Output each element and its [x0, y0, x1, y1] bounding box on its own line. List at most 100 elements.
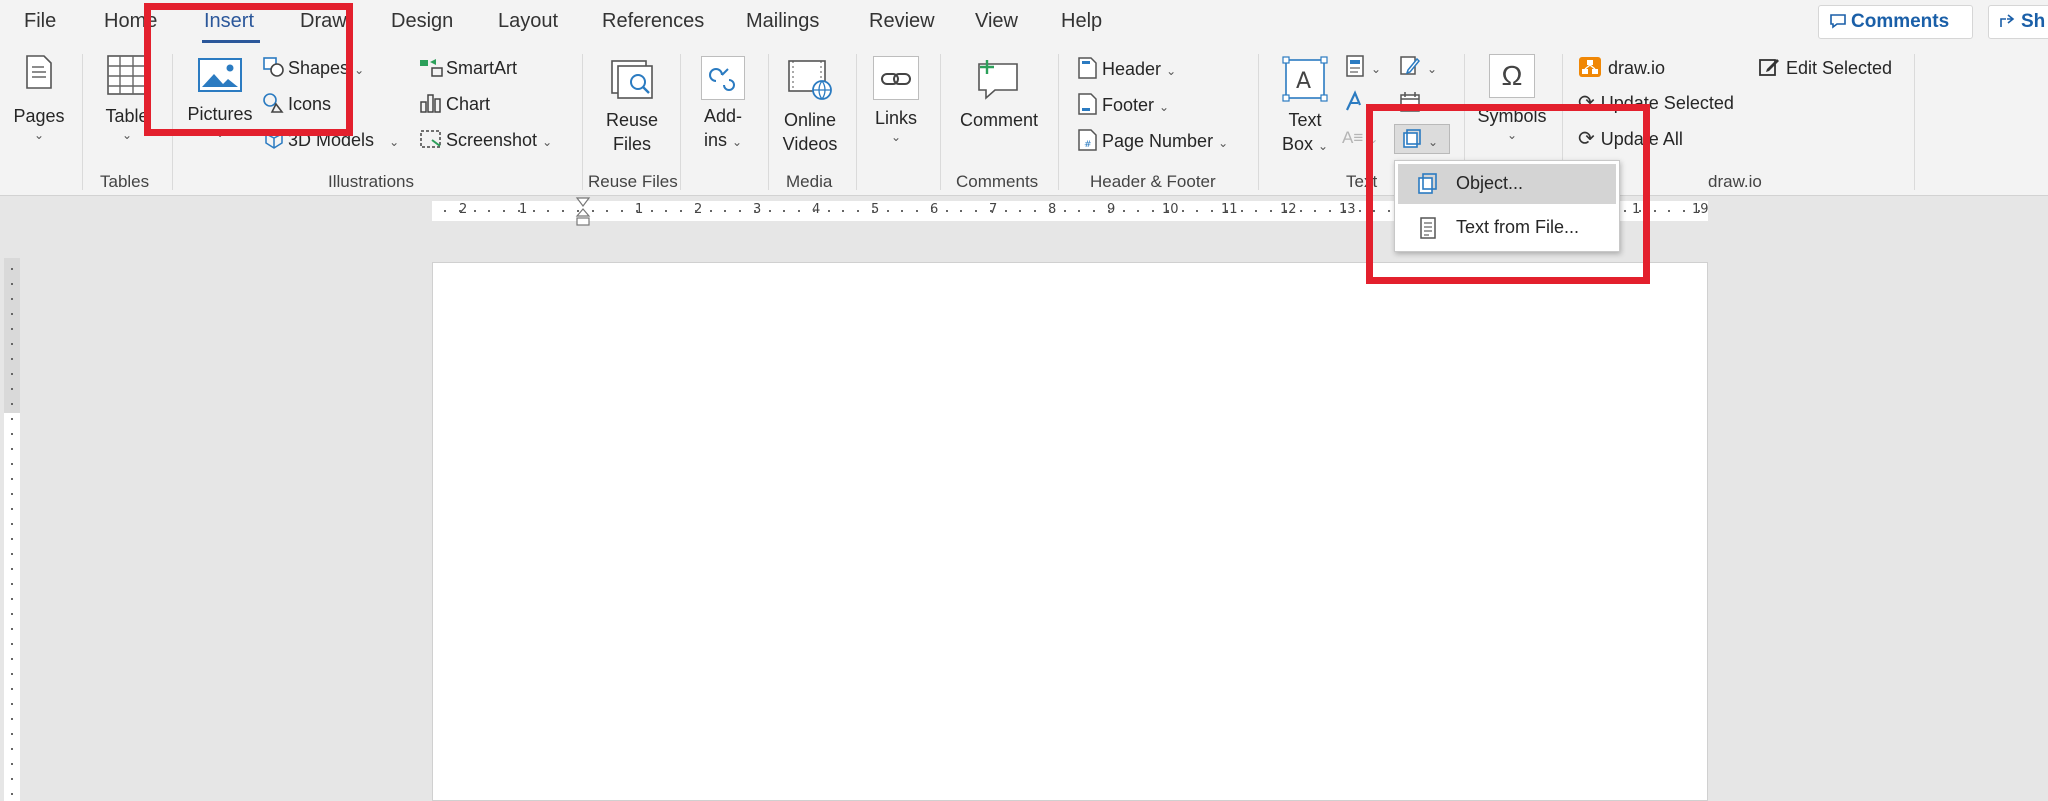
table-button[interactable]: Table ⌄	[96, 54, 158, 142]
edit-pencil-icon	[1759, 59, 1779, 76]
add-ins-button[interactable]: Add- ins ⌄	[690, 56, 756, 154]
ruler-number: 19	[1692, 202, 1709, 217]
chart-label: Chart	[446, 94, 491, 114]
3d-models-label: 3D Models	[288, 130, 375, 150]
chevron-down-icon: ⌄	[1368, 132, 1379, 146]
edit-selected-button[interactable]: Edit Selected	[1758, 56, 1892, 79]
tab-view[interactable]: View	[975, 10, 1018, 33]
text-file-icon	[1420, 217, 1436, 239]
ruler-tick	[1359, 210, 1361, 212]
tab-review[interactable]: Review	[869, 10, 935, 33]
group-separator	[1258, 54, 1259, 190]
chevron-down-icon: ⌄	[1159, 100, 1170, 114]
footer-button[interactable]: Footer ⌄	[1076, 92, 1169, 118]
wordart-button[interactable]	[1344, 90, 1370, 114]
tab-draw[interactable]: Draw	[300, 10, 347, 33]
menu-item-text-from-file[interactable]: Text from File...	[1398, 208, 1616, 248]
chevron-down-icon: ⌄	[542, 135, 553, 149]
ruler-tick	[1668, 210, 1670, 212]
tab-mailings[interactable]: Mailings	[746, 10, 819, 33]
chart-button[interactable]: Chart	[418, 92, 490, 115]
online-videos-label-1: Online	[783, 110, 837, 130]
update-all-label: Update All	[1600, 129, 1683, 149]
text-box-button[interactable]: A Text Box ⌄	[1272, 56, 1338, 158]
symbols-button[interactable]: Ω Symbols ⌄	[1474, 54, 1550, 142]
refresh-icon: ⟳	[1578, 92, 1595, 114]
tab-home[interactable]: Home	[104, 10, 157, 33]
ruler-tick	[1049, 210, 1051, 212]
quick-parts-icon	[1346, 55, 1364, 77]
menu-item-object[interactable]: Object...	[1398, 164, 1616, 204]
ruler-tick	[857, 210, 859, 212]
document-page[interactable]	[432, 262, 1708, 801]
ruler-tick	[739, 210, 741, 212]
horizontal-ruler-row: 2 1 1 2 3 4 5 6 7 8 9 10 11 12 13 1 19	[0, 197, 2048, 227]
screenshot-label: Screenshot	[446, 130, 538, 150]
shapes-button[interactable]: Shapes ⌄	[262, 56, 364, 81]
ruler-tick	[769, 210, 771, 212]
update-selected-button[interactable]: ⟳ Update Selected	[1578, 92, 1734, 114]
add-ins-icon	[709, 68, 735, 91]
chevron-down-icon: ⌄	[890, 130, 902, 144]
reuse-files-button[interactable]: Reuse Files	[596, 58, 668, 156]
ruler-tick	[11, 418, 13, 420]
signature-line-button[interactable]: ⌄	[1398, 54, 1437, 80]
ruler-tick	[651, 210, 653, 212]
page-number-label: Page Number	[1102, 131, 1214, 151]
drop-cap-button[interactable]: A≡ ⌄	[1342, 126, 1378, 150]
ruler-tick	[11, 598, 13, 600]
tab-help[interactable]: Help	[1061, 10, 1102, 33]
comments-button[interactable]: Comments	[1818, 5, 1973, 39]
pages-button[interactable]: Pages ⌄	[8, 54, 70, 142]
tab-layout[interactable]: Layout	[498, 10, 558, 33]
object-icon	[1418, 173, 1437, 194]
date-time-button[interactable]	[1398, 90, 1422, 114]
ruler-number: 10	[1162, 202, 1179, 217]
group-label-comments: Comments	[956, 172, 1039, 191]
ruler-tick	[11, 523, 13, 525]
icons-button[interactable]: Icons	[262, 92, 331, 115]
header-button[interactable]: Header ⌄	[1076, 56, 1176, 82]
ruler-tick	[1019, 210, 1021, 212]
ruler-tick	[11, 778, 13, 780]
ruler-tick	[474, 210, 476, 212]
drawio-button[interactable]: draw.io	[1578, 56, 1665, 79]
ruler-tick	[592, 210, 594, 212]
share-button[interactable]: Sh	[1988, 5, 2048, 39]
3d-models-button[interactable]: 3D Models ⌄	[262, 128, 399, 153]
ruler-tick	[11, 553, 13, 555]
tab-references[interactable]: References	[602, 10, 704, 33]
comments-button-label: Comments	[1851, 11, 1950, 32]
ruler-tick	[11, 643, 13, 645]
ribbon-insert: Pages ⌄ Table ⌄ Tables Pictures ⌄ Shapes…	[0, 46, 2048, 196]
drawio-logo-icon	[1579, 57, 1601, 77]
tab-design[interactable]: Design	[391, 10, 453, 33]
indent-marker-icon[interactable]	[575, 197, 591, 229]
screenshot-button[interactable]: Screenshot ⌄	[418, 128, 552, 153]
header-icon	[1078, 57, 1097, 79]
ruler-tick	[1698, 210, 1700, 212]
pages-icon	[26, 55, 52, 89]
ruler-tick	[621, 210, 623, 212]
ruler-tick	[1624, 210, 1626, 212]
ruler-tick	[1300, 210, 1302, 212]
update-all-button[interactable]: ⟳ Update All	[1578, 128, 1683, 150]
tab-insert[interactable]: Insert	[204, 10, 254, 33]
ruler-tick	[872, 210, 874, 212]
page-number-button[interactable]: # Page Number ⌄	[1076, 128, 1228, 154]
pictures-button[interactable]: Pictures ⌄	[182, 56, 258, 140]
links-button[interactable]: Links ⌄	[864, 56, 928, 144]
tab-file[interactable]: File	[24, 10, 56, 33]
smartart-button[interactable]: SmartArt	[418, 56, 517, 79]
ruler-tick	[975, 210, 977, 212]
group-label-tables: Tables	[100, 172, 150, 191]
ruler-tick	[1329, 210, 1331, 212]
object-dropdown-button[interactable]: ⌄	[1394, 124, 1450, 154]
online-videos-button[interactable]: Online Videos	[776, 58, 844, 156]
ruler-tick	[518, 210, 520, 212]
new-comment-button[interactable]: Comment	[952, 58, 1046, 132]
vertical-ruler[interactable]	[4, 258, 20, 801]
ruler-tick	[11, 298, 13, 300]
quick-parts-button[interactable]: ⌄	[1344, 54, 1381, 80]
ruler-tick	[783, 210, 785, 212]
